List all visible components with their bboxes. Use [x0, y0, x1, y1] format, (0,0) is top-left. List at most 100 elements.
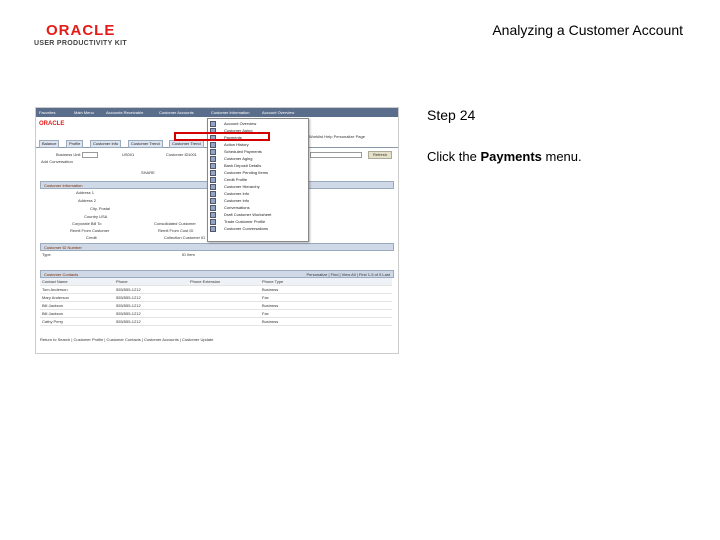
customer-id-header: Customer ID Number: [40, 243, 394, 251]
unit-value: US001: [122, 152, 135, 157]
tab-customer-trend[interactable]: Customer Trend: [128, 140, 163, 148]
menu-item-label: Bank Deposit Details: [224, 163, 262, 168]
menu-item[interactable]: Customer Info: [208, 197, 308, 204]
customer-value: 1001: [188, 152, 197, 157]
contact-phone: 555/555-1212: [116, 311, 141, 316]
menu-favorites[interactable]: Favorites: [39, 110, 55, 115]
menu-cust-info[interactable]: Customer Information: [211, 110, 249, 115]
contact-name: Cathy Perry: [42, 319, 64, 324]
contact-name: Mary Anderson: [42, 295, 69, 300]
menu-cust-accounts[interactable]: Customer Accounts: [159, 110, 194, 115]
instruction-target: Payments: [480, 149, 542, 164]
embedded-screenshot: Favorites Main Menu Accounts Receivable …: [35, 107, 399, 354]
contact-phone: 555/555-1212: [116, 287, 141, 292]
oracle-upk-logo: ORACLE USER PRODUCTIVITY KIT: [34, 22, 164, 47]
contact-type: Fax: [262, 295, 269, 300]
relationship-select[interactable]: [310, 152, 362, 158]
contact-type: Business: [262, 287, 279, 292]
step-number: Step 24: [427, 107, 476, 123]
address-1: Address 1: [76, 190, 95, 195]
menu-item-label: Customer Conversations: [224, 226, 269, 231]
menu-bar: Favorites Main Menu Accounts Receivable …: [36, 108, 398, 117]
instruction-text: Click the: [427, 149, 481, 164]
refresh-button[interactable]: Refresh: [368, 151, 392, 159]
contact-name: Tom Anderson: [42, 287, 68, 292]
corporate-bill-to: Corporate Bill To: [72, 221, 102, 226]
contact-phone: 555/555-1212: [116, 303, 141, 308]
col-phone: Phone: [116, 279, 128, 284]
oracle-logo-small: ORACLE: [39, 121, 65, 127]
contact-name: Bill Jackson: [42, 303, 64, 308]
customer-label: Customer ID: [166, 152, 189, 157]
customer-id-title: Customer ID Number: [44, 245, 82, 250]
contact-type: Business: [262, 319, 279, 324]
menu-item[interactable]: Customer Conversations: [208, 225, 308, 232]
contact-name: Bill Jackson: [42, 311, 64, 316]
header-links[interactable]: Worklist Help Personalize Page: [309, 134, 365, 139]
contact-phone: 555/555-1212: [116, 319, 141, 324]
menu-ar[interactable]: Accounts Receivable: [106, 110, 143, 115]
menu-item[interactable]: Trade Customer Profile: [208, 218, 308, 225]
contacts-title: Customer Contacts: [44, 272, 79, 277]
menu-item[interactable]: Conversations: [208, 204, 308, 211]
contacts-nav[interactable]: Personalize | Find | View All | First 1-…: [306, 272, 390, 277]
address-2: Address 2: [78, 198, 97, 203]
menu-item[interactable]: Credit Profile: [208, 176, 308, 183]
id-col-item: ID Item: [182, 252, 195, 257]
menu-item-label: Account Overview: [224, 121, 257, 126]
step-instruction: Click the Payments menu.: [427, 149, 582, 164]
contact-type: Business: [262, 303, 279, 308]
col-phone-type: Phone Type: [262, 279, 284, 284]
menu-item[interactable]: Bank Deposit Details: [208, 162, 308, 169]
menu-item-label: Conversations: [224, 205, 250, 210]
menu-item[interactable]: Customer Info: [208, 190, 308, 197]
menu-item[interactable]: Customer Pending Items: [208, 169, 308, 176]
remit-from-cust-id: Remit From Cust ID: [158, 228, 194, 233]
menu-item-label: Customer Info: [224, 198, 250, 203]
contact-type: Fax: [262, 311, 269, 316]
menu-item[interactable]: Action History: [208, 141, 308, 148]
table-row: Cathy Perry 555/555-1212 Business: [40, 318, 392, 326]
menu-item-label: Action History: [224, 142, 249, 147]
table-row: Bill Jackson 555/555-1212 Fax: [40, 310, 392, 318]
oracle-wordmark: ORACLE: [46, 22, 116, 39]
table-row: Mary Anderson 555/555-1212 Fax: [40, 294, 392, 302]
slide-title: Analyzing a Customer Account: [492, 22, 683, 38]
menu-item[interactable]: Customer Hierarchy: [208, 183, 308, 190]
customer-info-title: Customer Information: [44, 183, 83, 188]
menu-item-label: Customer Info: [224, 191, 250, 196]
tab-customer-trend-2[interactable]: Customer Trend: [169, 140, 204, 148]
id-col-type: Type: [42, 252, 51, 257]
contacts-header: Customer Contacts Personalize | Find | V…: [40, 270, 394, 278]
table-row: Bill Jackson 555/555-1212 Business: [40, 302, 392, 310]
consolidated-customer: Consolidated Customer: [154, 221, 196, 226]
menu-main[interactable]: Main Menu: [74, 110, 94, 115]
credit: Credit: [86, 235, 97, 240]
menu-item-label: Customer Pending Items: [224, 170, 269, 175]
bottom-links[interactable]: Return to Search | Customer Profile | Cu…: [40, 337, 213, 342]
menu-item-label: Draft Customer Worksheet: [224, 212, 272, 217]
setid-value: SHARE: [141, 170, 155, 175]
unit-label: Business Unit: [56, 152, 81, 157]
upk-wordmark: USER PRODUCTIVITY KIT: [34, 40, 127, 47]
contacts-header-row: Contact Name Phone Phone Extension Phone…: [40, 278, 392, 286]
tab-balance[interactable]: Balance: [39, 140, 60, 148]
unit-select[interactable]: [82, 152, 98, 158]
menu-item[interactable]: Scheduled Payments: [208, 148, 308, 155]
menu-item-label: Customer Aging: [224, 156, 253, 161]
menu-item[interactable]: Customer Aging: [208, 155, 308, 162]
menu-item-label: Customer Hierarchy: [224, 184, 260, 189]
contact-phone: 555/555-1212: [116, 295, 141, 300]
menu-item[interactable]: Account Overview: [208, 120, 308, 127]
tab-customer-info[interactable]: Customer Info: [90, 140, 122, 148]
menu-account-overview[interactable]: Account Overview: [262, 110, 294, 115]
tab-profile[interactable]: Profile: [66, 140, 84, 148]
menu-item[interactable]: Draft Customer Worksheet: [208, 211, 308, 218]
instruction-text-end: menu.: [541, 149, 582, 164]
table-row: Tom Anderson 555/555-1212 Business: [40, 286, 392, 294]
page-icon: [210, 226, 216, 232]
country: Country USA: [84, 214, 108, 219]
add-conversation-link[interactable]: Add Conversation: [41, 159, 73, 164]
remit-from: Remit From Customer: [70, 228, 110, 233]
city-postal: City, Postal: [90, 206, 110, 211]
